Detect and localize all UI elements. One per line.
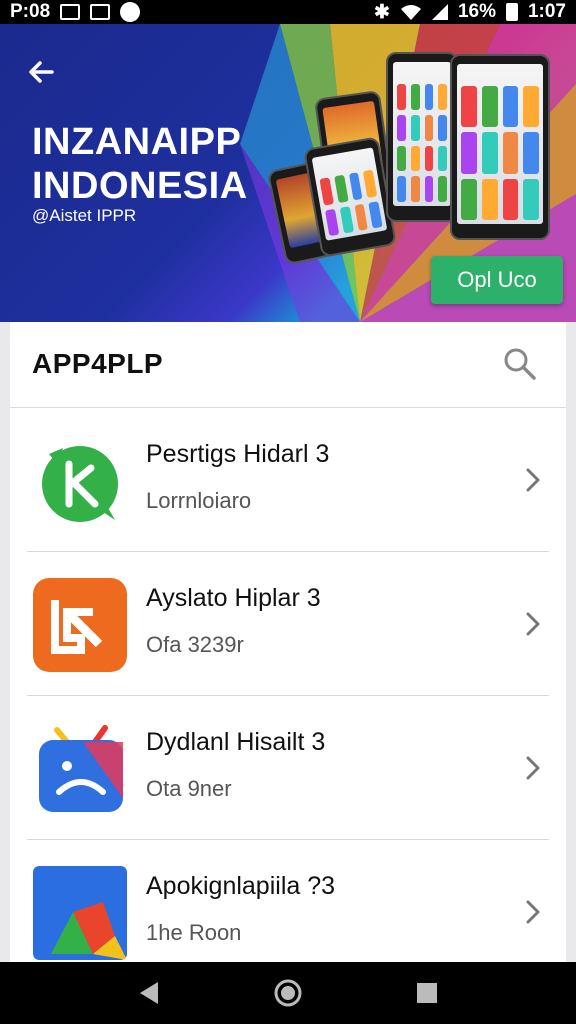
phone-image xyxy=(386,52,458,222)
list-item[interactable]: Pesrtigs Hidarl 3 Lorrnloiaro xyxy=(27,408,549,552)
list-item[interactable]: Dydlanl Hisailt 3 Ota 9ner xyxy=(27,696,549,840)
back-arrow-icon[interactable] xyxy=(22,52,62,92)
app-title: Ayslato Hiplar 3 xyxy=(146,584,321,612)
green-app-icon xyxy=(42,446,118,522)
hero-banner: INZANAIPP INDONESIA @Aistet IPPR Opl Uco xyxy=(0,24,576,322)
triangle-back-icon xyxy=(140,982,159,1004)
search-bar[interactable]: APP4PLP xyxy=(10,322,566,408)
drive-app-icon xyxy=(33,866,127,960)
orange-app-icon xyxy=(33,578,127,672)
square-recents-icon xyxy=(416,983,437,1003)
app-subtitle: 1he Roon xyxy=(146,920,242,945)
banner-title-line1: INZANAIPP xyxy=(32,121,242,163)
battery-icon xyxy=(505,3,518,21)
chevron-right-icon xyxy=(526,612,540,636)
banner-title-line2: INDONESIA xyxy=(32,165,248,207)
open-button[interactable]: Opl Uco xyxy=(431,256,563,304)
navigation-bar xyxy=(0,962,576,1024)
gallery-icon xyxy=(90,4,111,20)
app-title: Dydlanl Hisailt 3 xyxy=(146,728,326,756)
status-left-text: P:08 xyxy=(10,1,51,22)
tv-app-icon xyxy=(39,725,123,812)
back-nav-button[interactable] xyxy=(129,973,169,1013)
app-list-card: APP4PLP Pesrtigs Hidarl 3 Lorrnloiaro Ay… xyxy=(10,322,566,962)
status-bar: P:08 ✱ 16% 1:07 xyxy=(0,0,576,24)
recents-nav-button[interactable] xyxy=(407,973,447,1013)
bluetooth-icon: ✱ xyxy=(374,1,390,23)
chevron-right-icon xyxy=(526,900,540,924)
app-subtitle: Lorrnloiaro xyxy=(146,488,252,513)
signal-icon xyxy=(431,4,448,20)
list-item[interactable]: Ayslato Hiplar 3 Ofa 3239r xyxy=(27,552,549,696)
home-nav-button[interactable] xyxy=(268,973,308,1013)
app-title: Pesrtigs Hidarl 3 xyxy=(146,440,330,468)
phone-image xyxy=(450,54,550,240)
banner-subtitle: @Aistet IPPR xyxy=(32,206,137,225)
status-left: P:08 xyxy=(10,1,141,23)
status-right: ✱ 16% 1:07 xyxy=(374,1,566,24)
notification-icon xyxy=(120,2,141,22)
app-subtitle: Ofa 3239r xyxy=(146,632,244,657)
banner-title: INZANAIPP INDONESIA xyxy=(32,120,248,208)
chevron-right-icon xyxy=(526,756,540,780)
app-list: Pesrtigs Hidarl 3 Lorrnloiaro Ayslato Hi… xyxy=(10,408,566,962)
clock: 1:07 xyxy=(527,1,566,22)
search-title: APP4PLP xyxy=(32,348,164,379)
search-icon[interactable] xyxy=(502,346,538,382)
chevron-right-icon xyxy=(526,468,540,492)
app-subtitle: Ota 9ner xyxy=(146,776,232,801)
wifi-icon xyxy=(400,5,421,20)
battery-text: 16% xyxy=(457,1,496,22)
home-circle-icon xyxy=(274,979,302,1007)
screenshot-icon xyxy=(60,4,81,20)
list-item[interactable]: Apokignlapiila ?3 1he Roon xyxy=(27,840,549,962)
app-title: Apokignlapiila ?3 xyxy=(146,872,336,900)
